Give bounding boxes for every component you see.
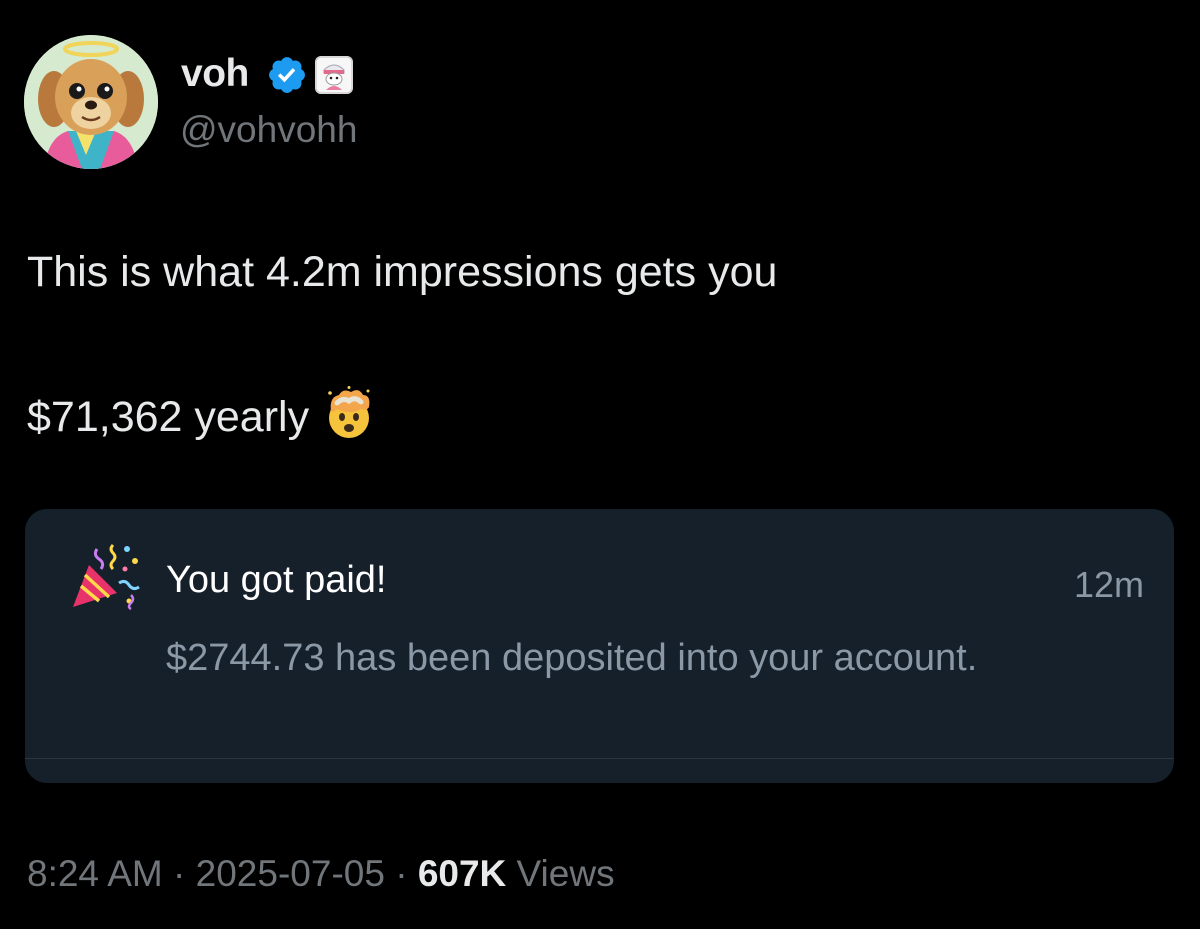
dog-avatar-icon (24, 35, 158, 169)
affiliate-badge-icon[interactable] (315, 56, 353, 94)
meta-separator: · (384, 853, 418, 894)
meta-separator: · (162, 853, 196, 894)
author-handle[interactable]: @vohvohh (180, 109, 357, 151)
views-count[interactable]: 607K (418, 853, 506, 894)
views-label: Views (506, 853, 615, 894)
notification-title: You got paid! (166, 559, 387, 601)
tweet-text-line-2: $71,362 yearly (27, 385, 377, 442)
exploding-head-emoji-icon (328, 386, 370, 438)
verified-check-icon[interactable] (266, 54, 308, 96)
payout-notification-card[interactable]: You got paid! 12m $2744.73 has been depo… (25, 509, 1174, 783)
author-display-name[interactable]: voh (181, 52, 249, 96)
tweet-time[interactable]: 8:24 AM (27, 853, 163, 894)
tweet-date[interactable]: 2025-07-05 (196, 853, 385, 894)
party-popper-icon (73, 543, 140, 611)
tweet-text-line-1: This is what 4.2m impressions gets you (27, 248, 778, 296)
tweet-meta: 8:24 AM · 2025-07-05 · 607K Views (27, 853, 615, 895)
tweet-text-amount: $71,362 yearly (27, 393, 310, 441)
card-divider (25, 758, 1174, 759)
author-avatar[interactable] (24, 35, 158, 169)
notification-body: $2744.73 has been deposited into your ac… (166, 637, 978, 679)
notification-time: 12m (1073, 564, 1144, 605)
